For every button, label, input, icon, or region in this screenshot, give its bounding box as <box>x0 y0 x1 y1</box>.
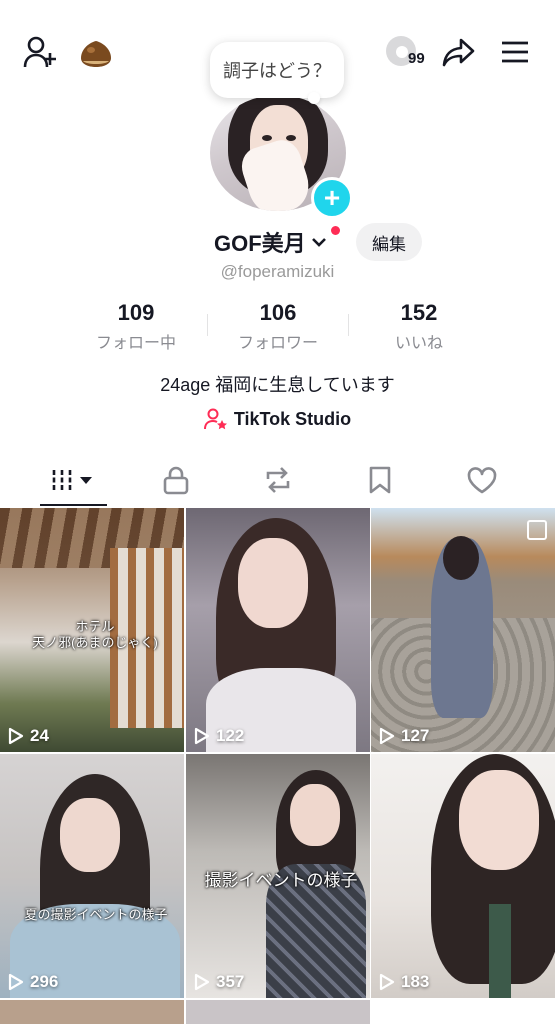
stat-divider <box>348 314 349 336</box>
play-icon <box>8 727 24 745</box>
view-count: 127 <box>379 726 429 746</box>
view-count: 24 <box>8 726 49 746</box>
coin-button[interactable]: 99 <box>384 34 432 70</box>
play-icon <box>8 973 24 991</box>
status-bubble[interactable]: 調子はどう？ <box>210 42 344 104</box>
view-count: 357 <box>194 972 244 992</box>
tab-liked[interactable] <box>426 455 537 505</box>
share-button[interactable] <box>440 34 478 70</box>
add-friend-button[interactable] <box>20 34 60 70</box>
avatar-eye-left <box>262 135 272 141</box>
play-icon <box>194 727 210 745</box>
video-thumbnail[interactable]: 127 <box>371 508 555 752</box>
studio-label: TikTok Studio <box>233 408 352 429</box>
heart-icon <box>467 467 496 494</box>
profile-bio: 24age 福岡に生息しています <box>160 375 395 395</box>
play-icon <box>379 973 395 991</box>
thumb-face <box>60 798 120 872</box>
videos-grid-icon <box>52 470 92 490</box>
stat-followers[interactable]: 106 フォロワー <box>218 300 338 353</box>
view-count-text: 183 <box>401 972 430 991</box>
stat-label: いいね <box>394 335 443 352</box>
view-count-text: 122 <box>216 726 245 745</box>
view-count-text: 296 <box>30 972 59 991</box>
bookmark-icon <box>369 466 390 494</box>
video-thumbnail[interactable]: 夏の撮影イベントの様子 296 <box>0 754 184 998</box>
hamburger-menu-icon <box>502 41 528 63</box>
video-thumbnail[interactable] <box>186 1000 370 1024</box>
status-text: 調子はどう？ <box>223 61 331 81</box>
tiktok-studio-link[interactable]: TikTok Studio <box>0 408 555 430</box>
stat-label: フォロー中 <box>95 335 176 352</box>
video-thumbnail[interactable] <box>0 1000 184 1024</box>
view-count: 296 <box>8 972 58 992</box>
studio-person-star-icon <box>203 408 227 430</box>
view-count-text: 357 <box>216 972 245 991</box>
share-arrow-icon <box>442 38 475 67</box>
stat-label: フォロワー <box>237 335 318 352</box>
notification-dot <box>331 226 340 235</box>
thumb-head <box>443 536 479 580</box>
active-tab-indicator <box>40 504 107 506</box>
person-plus-icon <box>23 36 56 68</box>
video-caption: 夏の撮影イベントの様子 <box>24 907 168 922</box>
content-tabs <box>0 455 555 507</box>
multi-photo-icon <box>527 520 547 540</box>
coin-badge: 99 <box>408 50 425 67</box>
coin-inner <box>396 46 408 58</box>
view-count-text: 127 <box>401 726 430 745</box>
repost-icon <box>266 467 289 493</box>
stat-following[interactable]: 109 フォロー中 <box>76 300 196 353</box>
tab-favorites[interactable] <box>324 455 435 505</box>
view-count: 122 <box>194 726 244 746</box>
lock-icon <box>163 466 188 495</box>
thumb-face <box>290 784 340 846</box>
stat-number: 106 <box>259 300 297 325</box>
plus-icon: + <box>323 182 341 213</box>
play-icon <box>379 727 395 745</box>
video-thumbnail[interactable]: 122 <box>186 508 370 752</box>
tab-videos[interactable] <box>18 455 129 505</box>
chestnut-icon <box>81 41 111 67</box>
thumb-tie <box>489 904 511 998</box>
tab-private[interactable] <box>120 455 231 505</box>
video-thumbnail[interactable]: 183 <box>371 754 555 998</box>
video-caption: 撮影イベントの様子 <box>204 871 358 890</box>
chevron-down-icon <box>311 238 326 247</box>
stat-likes[interactable]: 152 いいね <box>359 300 479 353</box>
chestnut-button[interactable] <box>78 38 114 70</box>
profile-name-text: GOF美月 <box>214 231 306 256</box>
view-count-text: 24 <box>30 726 49 745</box>
thumb-face <box>459 770 539 870</box>
video-thumbnail[interactable]: 撮影イベントの様子 357 <box>186 754 370 998</box>
video-caption: 天ノ邪(あまのじゃく) <box>32 635 158 650</box>
profile-name[interactable]: GOF美月 <box>214 226 328 258</box>
video-thumbnail[interactable]: ホテル 天ノ邪(あまのじゃく) 24 <box>0 508 184 752</box>
menu-button[interactable] <box>498 38 532 66</box>
play-icon <box>194 973 210 991</box>
edit-label: 編集 <box>372 234 406 254</box>
edit-profile-button[interactable]: 編集 <box>356 223 422 261</box>
avatar-eye-right <box>286 135 296 141</box>
stat-divider <box>207 314 208 336</box>
thumb-face <box>238 538 308 628</box>
profile-handle: @foperamizuki <box>220 262 335 281</box>
tab-reposts[interactable] <box>222 455 333 505</box>
stat-number: 152 <box>400 300 438 325</box>
view-count: 183 <box>379 972 429 992</box>
stat-number: 109 <box>117 300 155 325</box>
add-story-button[interactable]: + <box>311 177 353 219</box>
